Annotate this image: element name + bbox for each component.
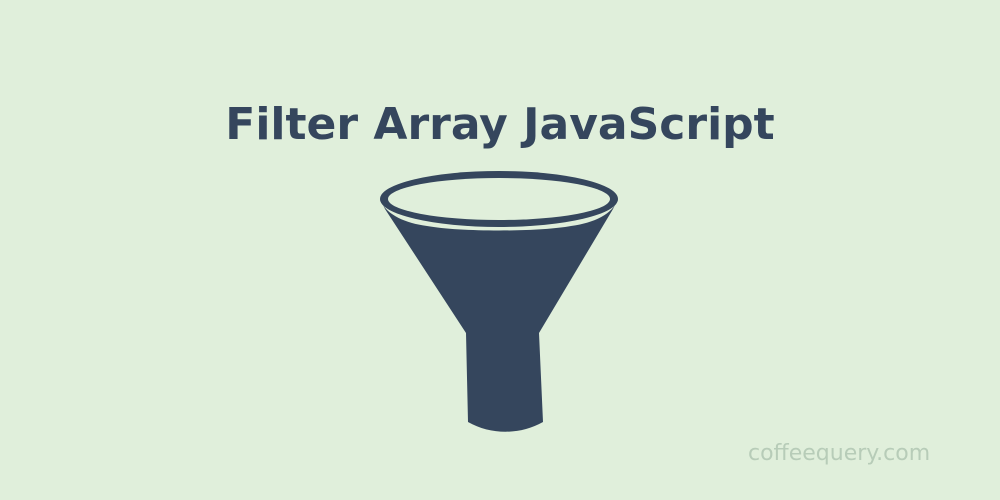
funnel-opening [388,178,610,220]
funnel-body [380,199,618,432]
page-title: Filter Array JavaScript [225,99,775,151]
funnel-icon [370,164,628,436]
site-watermark: coffeequery.com [748,441,931,466]
thumbnail-canvas: Filter Array JavaScript coffeequery.com [0,0,1000,500]
